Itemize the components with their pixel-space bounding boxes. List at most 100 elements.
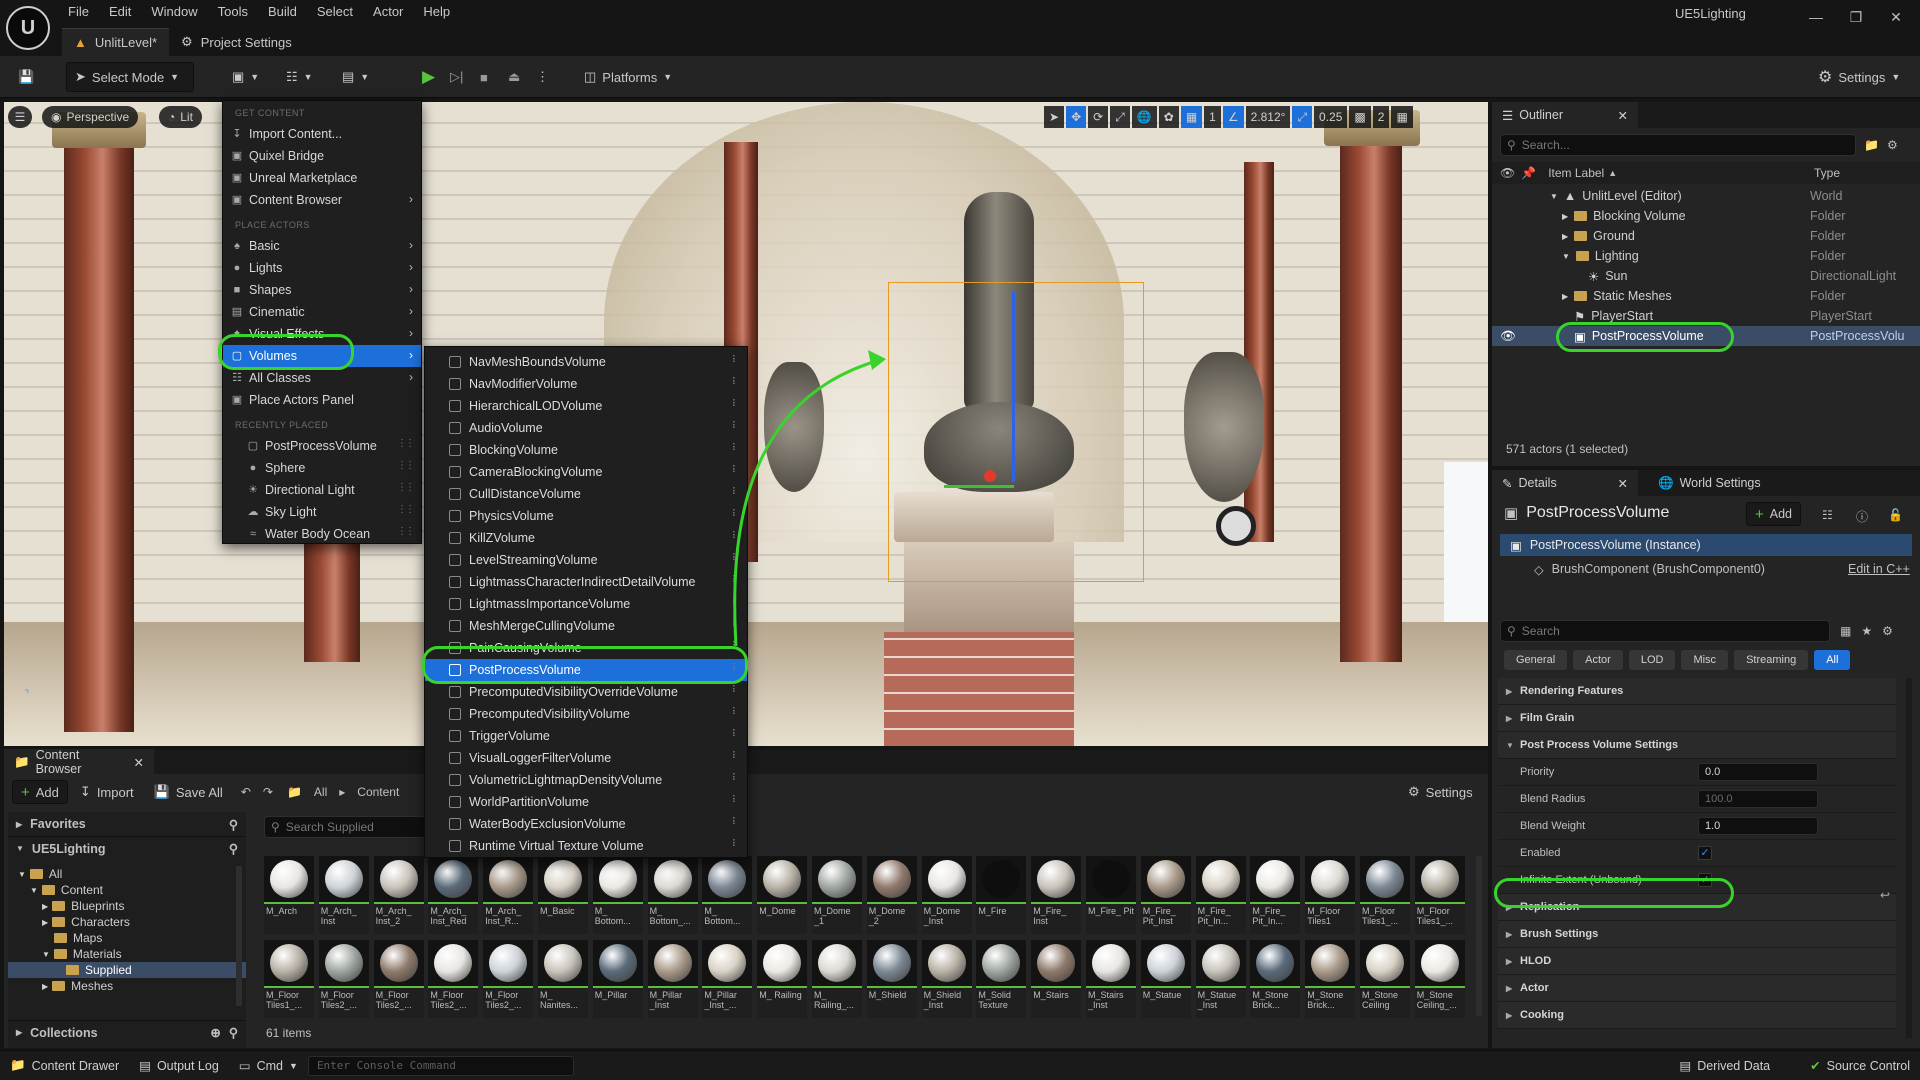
filter-misc[interactable]: Misc bbox=[1681, 650, 1729, 670]
details-add-button[interactable]: + Add bbox=[1746, 502, 1802, 526]
asset-tile[interactable]: M_Floor Tiles1_... bbox=[1360, 856, 1410, 936]
outliner-row[interactable]: ☀ Sun DirectionalLight bbox=[1492, 266, 1920, 286]
asset-tile[interactable]: M_Floor Tiles2_... bbox=[318, 940, 369, 1020]
breadcrumb-all[interactable]: All bbox=[314, 785, 327, 799]
volume-item-triggervolume[interactable]: TriggerVolume ⠇ bbox=[425, 725, 747, 747]
step-icon[interactable]: ▷| bbox=[442, 62, 471, 92]
volume-item-navmodifiervolume[interactable]: NavModifierVolume ⠇ bbox=[425, 373, 747, 395]
tree-item[interactable]: ▶ Blueprints bbox=[8, 898, 246, 914]
asset-tile[interactable]: M_Arch bbox=[264, 856, 314, 936]
drag-handle-icon[interactable]: ⋮⋮ bbox=[397, 526, 415, 537]
close-window-icon[interactable]: ✕ bbox=[1876, 0, 1916, 34]
asset-tile[interactable]: M_Shield _Inst bbox=[921, 940, 972, 1020]
volume-item-physicsvolume[interactable]: PhysicsVolume ⠇ bbox=[425, 505, 747, 527]
add-collection-icon[interactable]: ⊕ bbox=[210, 1025, 220, 1040]
asset-tile[interactable]: M_ Bottom... bbox=[592, 856, 643, 936]
blend-radius-input[interactable]: 100.0 bbox=[1698, 790, 1818, 808]
asset-tile[interactable]: M_ Nanites... bbox=[538, 940, 588, 1020]
asset-tile[interactable]: M_Fire_ Pit_In... bbox=[1195, 856, 1246, 936]
angle-snap-icon[interactable]: ∠ bbox=[1222, 106, 1244, 128]
instance-row[interactable]: ▣ PostProcessVolume (Instance) bbox=[1500, 534, 1912, 556]
asset-tile[interactable]: M_Floor Tiles1_... bbox=[264, 940, 314, 1020]
volume-item-runtime-virtual-texture-volume[interactable]: Runtime Virtual Texture Volume ⠇ bbox=[425, 835, 747, 857]
volume-item-precomputedvisibilityvolume[interactable]: PrecomputedVisibilityVolume ⠇ bbox=[425, 703, 747, 725]
translate-tool-icon[interactable]: ✥ bbox=[1066, 106, 1087, 128]
drag-handle-icon[interactable]: ⠇ bbox=[732, 773, 739, 784]
drag-handle-icon[interactable]: ⠇ bbox=[732, 685, 739, 696]
priority-input[interactable]: 0.0 bbox=[1698, 763, 1818, 781]
tree-item[interactable]: ▶ Characters bbox=[8, 914, 246, 930]
drag-handle-icon[interactable]: ⠇ bbox=[732, 751, 739, 762]
cinematics-button[interactable]: ▤ ▼ bbox=[334, 62, 377, 92]
volume-item-audiovolume[interactable]: AudioVolume ⠇ bbox=[425, 417, 747, 439]
add-actor-button[interactable]: ▣ ▼ bbox=[224, 62, 267, 92]
volume-item-paincausingvolume[interactable]: PainCausingVolume ⠇ bbox=[425, 637, 747, 659]
volume-item-hierarchicallodvolume[interactable]: HierarchicalLODVolume ⠇ bbox=[425, 395, 747, 417]
tab-outliner[interactable]: ☰ Outliner ✕ bbox=[1492, 102, 1638, 128]
asset-tile[interactable]: M_Pillar _Inst bbox=[647, 940, 698, 1020]
section-replication[interactable]: Replication bbox=[1498, 894, 1896, 921]
volume-item-worldpartitionvolume[interactable]: WorldPartitionVolume ⠇ bbox=[425, 791, 747, 813]
component-row[interactable]: ◇ BrushComponent (BrushComponent0) Edit … bbox=[1500, 558, 1912, 580]
eject-icon[interactable]: ⏏ bbox=[500, 62, 528, 92]
section-pp-settings[interactable]: Post Process Volume Settings bbox=[1498, 732, 1896, 759]
settings-button[interactable]: ⚙ Settings ▼ bbox=[1810, 62, 1908, 92]
drag-handle-icon[interactable]: ⠇ bbox=[732, 839, 739, 850]
drag-handle-icon[interactable]: ⋮⋮ bbox=[397, 504, 415, 515]
viewport-menu-icon[interactable]: ☰ bbox=[8, 106, 32, 128]
tree-item[interactable]: ▶ Meshes bbox=[8, 978, 246, 994]
section-brush-settings[interactable]: Brush Settings bbox=[1498, 921, 1896, 948]
perspective-button[interactable]: ◉ Perspective bbox=[42, 106, 139, 128]
source-control-button[interactable]: ✔ Source Control bbox=[1800, 1051, 1920, 1080]
drag-handle-icon[interactable]: ⋮⋮ bbox=[397, 438, 415, 449]
tree-scrollbar[interactable] bbox=[236, 866, 242, 1006]
asset-tile[interactable]: M_Arch_ Inst_R... bbox=[483, 856, 534, 936]
asset-tile[interactable]: M_ Bottom_... bbox=[647, 856, 698, 936]
collections-section[interactable]: ▶ Collections ⊕ ⚲ bbox=[8, 1020, 246, 1044]
asset-tile[interactable]: M_Stone Brick... bbox=[1250, 940, 1301, 1020]
expand-icon[interactable]: ▶ bbox=[1562, 212, 1568, 221]
outliner-row[interactable]: ▶ Static Meshes Folder bbox=[1492, 286, 1920, 306]
drag-handle-icon[interactable]: ⋮⋮ bbox=[397, 460, 415, 471]
select-mode-button[interactable]: ➤ Select Mode ▼ bbox=[66, 62, 194, 92]
gizmo-z-axis[interactable] bbox=[1012, 292, 1015, 482]
menu-file[interactable]: File bbox=[58, 0, 99, 24]
asset-tile[interactable]: M_Arch_ Inst_2 bbox=[373, 856, 424, 936]
menu-help[interactable]: Help bbox=[413, 0, 460, 24]
search-icon[interactable]: ⚲ bbox=[229, 1025, 238, 1040]
tree-item[interactable]: ▼ Content bbox=[8, 882, 246, 898]
asset-tile[interactable]: M_Arch_ Inst_Red bbox=[428, 856, 479, 936]
asset-tile[interactable]: M_Dome _Inst bbox=[921, 856, 972, 936]
asset-tile[interactable]: M_Dome _2 bbox=[866, 856, 917, 936]
platforms-button[interactable]: ◫ Platforms ▼ bbox=[576, 62, 680, 92]
menu-item-quixel-bridge[interactable]: ▣ Quixel Bridge bbox=[223, 145, 421, 167]
history-back-icon[interactable]: ↶ bbox=[241, 785, 251, 799]
more-options-icon[interactable]: ⋮ bbox=[528, 62, 557, 92]
asset-tile[interactable]: M_Floor Tiles1_... bbox=[1414, 856, 1465, 936]
eye-icon[interactable]: 👁 bbox=[1500, 166, 1515, 180]
volume-item-navmeshboundsvolume[interactable]: NavMeshBoundsVolume ⠇ bbox=[425, 351, 747, 373]
search-icon[interactable]: ⚲ bbox=[229, 841, 238, 856]
save-icon[interactable]: 💾 bbox=[10, 62, 42, 92]
asset-tile[interactable]: M_Stone Ceiling_... bbox=[1414, 940, 1465, 1020]
scale-tool-icon[interactable]: ⤢ bbox=[1110, 106, 1130, 128]
menu-item-import-content[interactable]: ↧ Import Content... bbox=[223, 123, 421, 145]
asset-tile[interactable]: M_ Bottom... bbox=[702, 856, 753, 936]
menu-item-basic[interactable]: ♠ Basic › bbox=[223, 235, 421, 257]
minimize-icon[interactable]: — bbox=[1796, 0, 1836, 34]
details-scrollbar[interactable] bbox=[1906, 678, 1912, 1038]
eye-icon[interactable]: 👁 bbox=[1500, 329, 1516, 344]
section-actor[interactable]: Actor bbox=[1498, 975, 1896, 1002]
asset-tile[interactable]: M_ Railing bbox=[757, 940, 808, 1020]
filter-all[interactable]: All bbox=[1814, 650, 1851, 670]
menu-item-all-classes[interactable]: ☷ All Classes › bbox=[223, 367, 421, 389]
filter-lod[interactable]: LOD bbox=[1628, 650, 1676, 670]
edit-in-cpp-link[interactable]: Edit in C++ bbox=[1848, 562, 1910, 576]
filter-streaming[interactable]: Streaming bbox=[1734, 650, 1809, 670]
volume-item-lightmasscharacterindirectdetailvolume[interactable]: LightmassCharacterIndirectDetailVolume ⠇ bbox=[425, 571, 747, 593]
gizmo-x-axis[interactable] bbox=[984, 470, 996, 482]
menu-item-content-browser[interactable]: ▣ Content Browser › bbox=[223, 189, 421, 211]
close-icon[interactable]: ✕ bbox=[1618, 108, 1628, 123]
section-hlod[interactable]: HLOD bbox=[1498, 948, 1896, 975]
select-tool-icon[interactable]: ➤ bbox=[1044, 106, 1065, 128]
